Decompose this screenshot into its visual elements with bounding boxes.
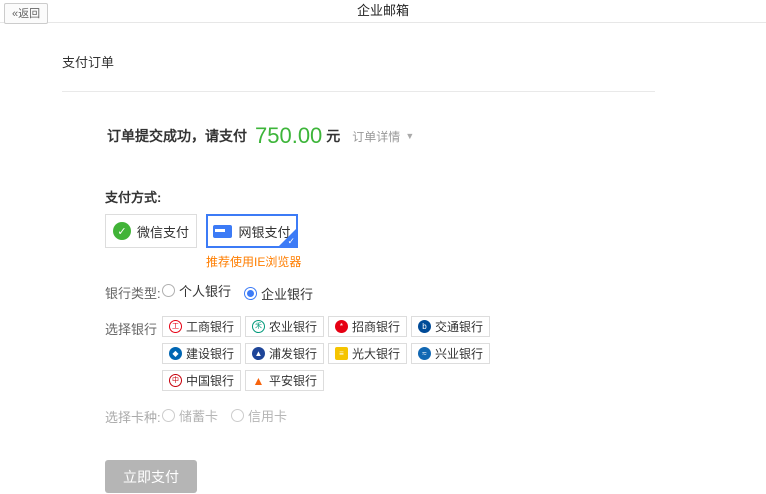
bank-select-row: 选择银行 工工商银行禾农业银行*招商银行b交通银行◆建设银行▲浦发银行≡光大银行… <box>105 316 766 397</box>
payment-method-label: 支付方式: <box>105 187 766 206</box>
bank-type-options: 个人银行 企业银行 <box>162 281 326 303</box>
top-bar: «返回 企业邮箱 <box>0 0 766 23</box>
ie-browser-tip: 推荐使用IE浏览器 <box>206 253 766 270</box>
order-amount: 750.00 <box>255 123 322 149</box>
page-title: 支付订单 <box>62 52 766 71</box>
bank-button-ccb[interactable]: ◆ 建设银行 <box>162 343 241 364</box>
payment-method-row: 微信支付 网银支付 ✓ <box>105 214 766 248</box>
bank-button-pingan[interactable]: ▲ 平安银行 <box>245 370 324 391</box>
radio-circle <box>162 409 175 422</box>
pay-now-button[interactable]: 立即支付 <box>105 460 197 493</box>
radio-circle <box>244 287 257 300</box>
bank-label: 平安银行 <box>269 372 317 389</box>
bank-label: 农业银行 <box>269 318 317 335</box>
order-summary: 订单提交成功，请支付 750.00 元 订单详情 ▼ <box>107 123 766 149</box>
card-type-options: 储蓄卡 信用卡 <box>162 406 300 427</box>
ccb-bank-icon: ◆ <box>169 347 182 360</box>
bank-button-cmb[interactable]: * 招商银行 <box>328 316 407 337</box>
wechat-pay-button[interactable]: 微信支付 <box>105 214 197 248</box>
bank-label: 中国银行 <box>186 372 234 389</box>
spdb-bank-icon: ▲ <box>252 347 265 360</box>
bank-button-spdb[interactable]: ▲ 浦发银行 <box>245 343 324 364</box>
bank-type-row: 银行类型: 个人银行 企业银行 <box>105 281 766 303</box>
bocom-bank-icon: b <box>418 320 431 333</box>
order-details-toggle[interactable]: 订单详情 ▼ <box>352 128 414 145</box>
back-button[interactable]: «返回 <box>4 3 48 24</box>
bank-label: 工商银行 <box>186 318 234 335</box>
pingan-bank-icon: ▲ <box>252 374 265 387</box>
radio-label: 信用卡 <box>248 406 287 425</box>
chevron-down-icon: ▼ <box>405 131 414 141</box>
order-details-label: 订单详情 <box>352 128 400 145</box>
card-type-row: 选择卡种: 储蓄卡 信用卡 <box>105 406 766 427</box>
abc-bank-icon: 禾 <box>252 320 265 333</box>
icbc-bank-icon: 工 <box>169 320 182 333</box>
bank-button-cib[interactable]: ≈ 兴业银行 <box>411 343 490 364</box>
bank-grid: 工工商银行禾农业银行*招商银行b交通银行◆建设银行▲浦发银行≡光大银行≈兴业银行… <box>162 316 506 397</box>
bank-button-boc[interactable]: 中中国银行 <box>162 370 241 391</box>
bank-card-icon <box>213 225 232 238</box>
radio-card-type-0[interactable]: 储蓄卡 <box>162 406 218 425</box>
bank-label: 交通银行 <box>435 318 483 335</box>
bank-label: 浦发银行 <box>269 345 317 362</box>
bank-button-abc[interactable]: 禾农业银行 <box>245 316 324 337</box>
divider <box>62 91 655 92</box>
bank-label: 兴业银行 <box>435 345 483 362</box>
cmb-bank-icon: * <box>335 320 348 333</box>
bank-label: 建设银行 <box>186 345 234 362</box>
bank-select-label: 选择银行 <box>105 316 162 338</box>
selected-check-icon: ✓ <box>287 237 295 246</box>
radio-card-type-1[interactable]: 信用卡 <box>231 406 287 425</box>
radio-circle <box>231 409 244 422</box>
bank-label: 招商银行 <box>352 318 400 335</box>
bank-label: 光大银行 <box>352 345 400 362</box>
wechat-pay-label: 微信支付 <box>137 222 189 241</box>
radio-label: 个人银行 <box>179 281 231 300</box>
bank-button-ceb[interactable]: ≡ 光大银行 <box>328 343 407 364</box>
order-success-text: 订单提交成功，请支付 <box>107 126 247 146</box>
payment-form: 支付方式: 微信支付 网银支付 ✓ 推荐使用IE浏览器 银行类型: 个人银行 企业… <box>105 187 766 493</box>
radio-bank-type-0[interactable]: 个人银行 <box>162 281 231 300</box>
bank-button-bocom[interactable]: b 交通银行 <box>411 316 490 337</box>
order-currency: 元 <box>326 126 340 146</box>
netbank-pay-button[interactable]: 网银支付 ✓ <box>206 214 298 248</box>
bank-button-icbc[interactable]: 工工商银行 <box>162 316 241 337</box>
radio-label: 储蓄卡 <box>179 406 218 425</box>
wechat-pay-icon <box>113 222 131 240</box>
boc-bank-icon: 中 <box>169 374 182 387</box>
card-type-label: 选择卡种: <box>105 407 162 426</box>
ceb-bank-icon: ≡ <box>335 347 348 360</box>
app-title: 企业邮箱 <box>0 0 766 22</box>
radio-label: 企业银行 <box>261 284 313 303</box>
cib-bank-icon: ≈ <box>418 347 431 360</box>
radio-bank-type-1[interactable]: 企业银行 <box>244 284 313 303</box>
radio-circle <box>162 284 175 297</box>
bank-type-label: 银行类型: <box>105 283 162 302</box>
